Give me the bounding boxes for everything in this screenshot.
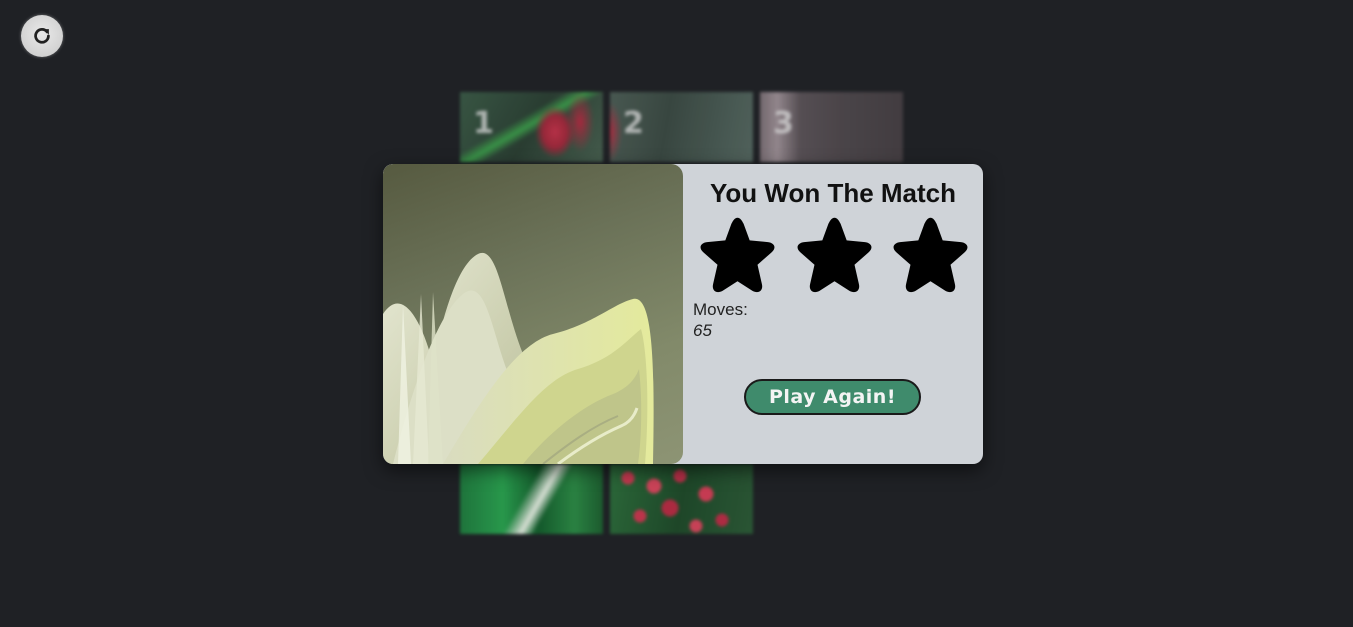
play-again-button[interactable]: Play Again!: [744, 379, 921, 415]
moves-label: Moves:: [693, 300, 748, 319]
tile-number: 3: [773, 106, 795, 141]
puzzle-tile[interactable]: [610, 464, 753, 534]
win-modal: You Won The Match Moves: 65 Play Again!: [383, 164, 983, 464]
puzzle-preview-image: [383, 164, 683, 464]
game-screen: 1 2 3 You Won The Match Moves: 65 Play A…: [0, 0, 1353, 627]
puzzle-tile[interactable]: 2: [610, 92, 753, 162]
win-title: You Won The Match: [709, 178, 957, 208]
star-rating: [694, 214, 974, 298]
puzzle-tile[interactable]: 3: [760, 92, 903, 162]
star-icon: [797, 217, 871, 293]
restart-button[interactable]: [21, 15, 63, 57]
star-icon: [893, 217, 968, 293]
refresh-icon: [34, 28, 50, 44]
tile-number: 1: [473, 106, 495, 141]
puzzle-tile[interactable]: 1: [460, 92, 603, 162]
star-icon: [700, 217, 775, 293]
moves-count: 65: [693, 321, 712, 340]
win-info-panel: You Won The Match Moves: 65 Play Again!: [683, 164, 983, 464]
tile-number: 2: [623, 106, 645, 141]
puzzle-tile[interactable]: [460, 464, 603, 534]
